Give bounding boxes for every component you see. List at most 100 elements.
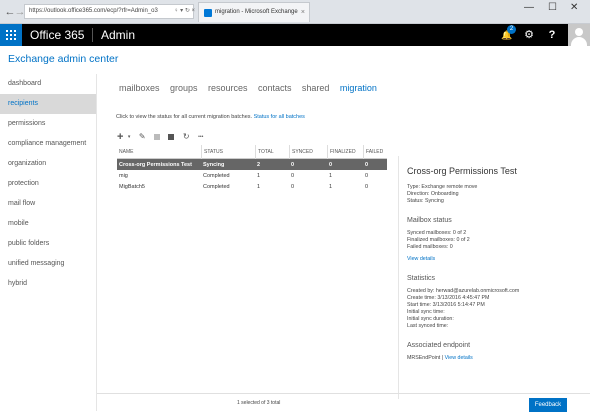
nav-item-organization[interactable]: organization: [0, 154, 96, 174]
delete-icon[interactable]: [154, 133, 161, 140]
help-icon: ?: [548, 29, 556, 41]
column-finalized[interactable]: FINALIZED: [327, 144, 363, 159]
cell: 1: [329, 183, 333, 190]
cell: MigBatch5: [119, 183, 145, 190]
nav-item-mobile[interactable]: mobile: [0, 214, 96, 234]
failed-mailboxes: Failed mailboxes: 0: [407, 244, 453, 250]
nav-item-compliance-management[interactable]: compliance management: [0, 134, 96, 154]
cell: 2: [257, 161, 261, 168]
left-nav: dashboard recipients permissions complia…: [0, 74, 96, 294]
cell: 0: [329, 161, 333, 168]
endpoint-heading: Associated endpoint: [407, 342, 471, 349]
minimize-icon[interactable]: —: [524, 2, 534, 13]
endpoint-view-details-link[interactable]: View details: [445, 355, 473, 361]
nav-item-unified-messaging[interactable]: unified messaging: [0, 254, 96, 274]
notifications-button[interactable]: 🔔 2: [496, 24, 518, 46]
tab-shared[interactable]: shared: [302, 83, 330, 93]
sub-navigation: mailboxes groups resources contacts shar…: [119, 78, 383, 96]
add-caret-icon[interactable]: ▾: [128, 134, 131, 140]
brand-name[interactable]: Office 365: [30, 24, 84, 46]
nav-item-dashboard[interactable]: dashboard: [0, 74, 96, 94]
o365-top-bar: Office 365 Admin 🔔 2 ⚙ ?: [0, 24, 590, 46]
address-bar[interactable]: https://outlook.office365.com/ecp/?rfr=A…: [24, 4, 194, 19]
divider: [92, 28, 93, 42]
toolbar: + ▾ ✎ ↻ •••: [117, 128, 207, 143]
statistics-heading: Statistics: [407, 275, 436, 282]
synced-mailboxes: Synced mailboxes: 0 of 2: [407, 230, 467, 236]
app-name[interactable]: Admin: [101, 24, 135, 46]
start-time: Start time: 3/13/2016 5:14:47 PM: [407, 302, 485, 308]
stop-icon[interactable]: [168, 133, 175, 140]
exchange-favicon-icon: [204, 9, 212, 17]
cell: 1: [329, 172, 333, 179]
initial-sync-duration: Initial sync duration:: [407, 316, 454, 322]
tab-groups[interactable]: groups: [170, 83, 198, 93]
tab-migration[interactable]: migration: [340, 83, 377, 93]
migration-batches-table: NAME STATUS TOTAL SYNCED FINALIZED FAILE…: [117, 144, 387, 192]
add-icon[interactable]: +: [117, 131, 123, 143]
close-window-icon[interactable]: ✕: [570, 2, 578, 13]
gear-icon: ⚙: [524, 29, 534, 41]
cell: 0: [291, 161, 295, 168]
last-synced-time: Last synced time:: [407, 323, 449, 329]
tab-resources[interactable]: resources: [208, 83, 248, 93]
info-text: Click to view the status for all current…: [116, 114, 305, 120]
app-launcher-icon[interactable]: [0, 24, 22, 46]
notification-count-badge: 2: [507, 25, 516, 34]
feedback-button[interactable]: Feedback: [529, 398, 567, 412]
mailbox-view-details-link[interactable]: View details: [407, 256, 584, 263]
mailbox-status-heading: Mailbox status: [407, 217, 452, 224]
nav-item-public-folders[interactable]: public folders: [0, 234, 96, 254]
column-failed[interactable]: FAILED: [363, 144, 387, 159]
batch-status: Status: Syncing: [407, 198, 444, 204]
endpoint-row: MRSEndPoint | View details: [407, 355, 584, 362]
nav-item-hybrid[interactable]: hybrid: [0, 274, 96, 294]
cell: 0: [291, 183, 295, 190]
column-total[interactable]: TOTAL: [255, 144, 289, 159]
column-status[interactable]: STATUS: [201, 144, 255, 159]
cell: Syncing: [203, 161, 225, 168]
avatar[interactable]: [568, 24, 590, 46]
initial-sync-time: Initial sync time:: [407, 309, 445, 315]
settings-button[interactable]: ⚙: [518, 24, 540, 46]
cell: 1: [257, 172, 261, 179]
tab-title: migration - Microsoft Exchange: [215, 9, 298, 15]
create-time: Create time: 3/13/2016 4:45:47 PM: [407, 295, 490, 301]
endpoint-separator: |: [441, 355, 444, 361]
details-title: Cross-org Permissions Test: [407, 166, 517, 176]
table-row[interactable]: MigBatch5 Completed 1 0 1 0: [117, 181, 387, 192]
nav-item-protection[interactable]: protection: [0, 174, 96, 194]
cell: 1: [257, 183, 261, 190]
column-synced[interactable]: SYNCED: [289, 144, 327, 159]
endpoint-name: MRSEndPoint: [407, 355, 441, 361]
tab-close-icon[interactable]: ×: [301, 3, 305, 22]
nav-item-mail-flow[interactable]: mail flow: [0, 194, 96, 214]
cell: 0: [291, 172, 295, 179]
table-header: NAME STATUS TOTAL SYNCED FINALIZED FAILE…: [117, 144, 387, 159]
status-all-batches-link[interactable]: Status for all batches: [254, 114, 305, 120]
batch-direction: Direction: Onboarding: [407, 191, 459, 197]
nav-item-permissions[interactable]: permissions: [0, 114, 96, 134]
refresh-icon[interactable]: ↻: [183, 132, 190, 141]
created-by: Created by: herwad@azurelab.onmicrosoft.…: [407, 288, 520, 294]
column-name[interactable]: NAME: [117, 145, 201, 159]
tab-contacts[interactable]: contacts: [258, 83, 292, 93]
table-row[interactable]: Cross-org Permissions Test Syncing 2 0 0…: [117, 159, 387, 170]
address-bar-icons[interactable]: ♀ ▾ ↻ ×: [174, 4, 195, 19]
cell: 0: [365, 172, 369, 179]
cell: Completed: [203, 172, 230, 179]
edit-icon[interactable]: ✎: [139, 132, 146, 141]
browser-tab[interactable]: migration - Microsoft Exchange ×: [198, 2, 310, 22]
footer: 1 selected of 3 total Feedback: [97, 393, 590, 412]
nav-item-recipients[interactable]: recipients: [0, 94, 96, 114]
cell: 0: [365, 161, 369, 168]
info-message: Click to view the status for all current…: [116, 114, 253, 120]
cell: mig: [119, 172, 128, 179]
more-icon[interactable]: •••: [198, 134, 203, 140]
help-button[interactable]: ?: [541, 24, 563, 46]
table-row[interactable]: mig Completed 1 0 1 0: [117, 170, 387, 181]
maximize-icon[interactable]: ☐: [548, 2, 557, 13]
page-title: Exchange admin center: [8, 53, 119, 65]
tab-mailboxes[interactable]: mailboxes: [119, 83, 160, 93]
main-content: mailboxes groups resources contacts shar…: [96, 74, 590, 412]
